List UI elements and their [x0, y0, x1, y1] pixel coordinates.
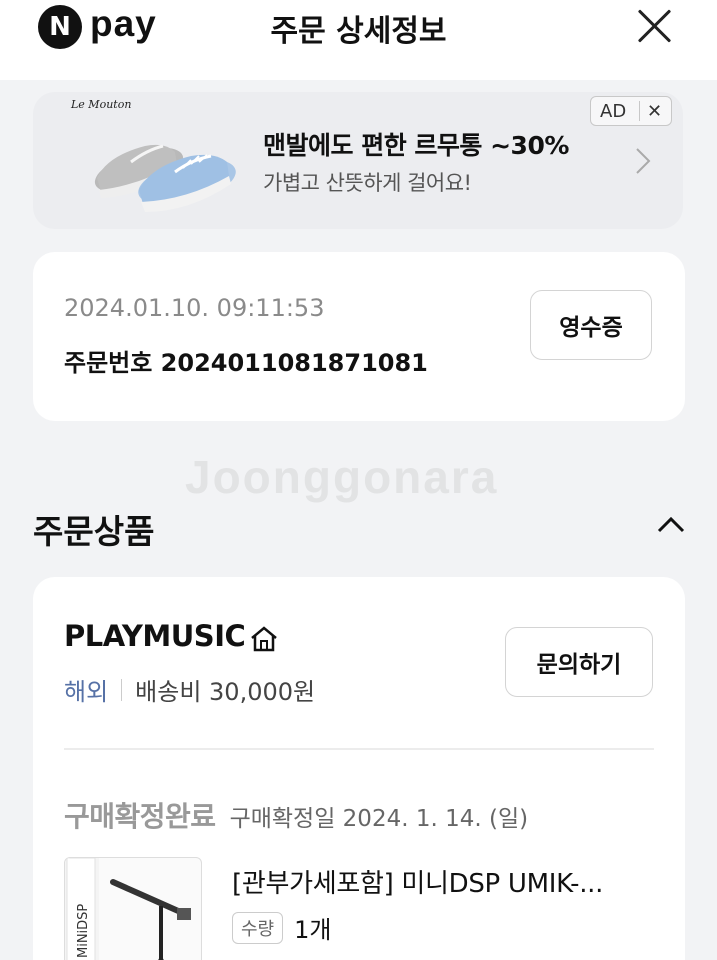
overseas-label: 해외 [64, 678, 109, 706]
confirm-date: 구매확정일 2024. 1. 14. (일) [229, 806, 529, 832]
quantity-label: 수량 [232, 911, 284, 944]
chevron-right-icon [636, 148, 651, 174]
quantity-row: 수량 1개 [232, 910, 331, 945]
purchase-status: 구매확정완료 [64, 800, 216, 833]
order-info-card: 2024.01.10. 09:11:53 주문번호 20240110818710… [33, 252, 685, 421]
page-title: 주문 상세정보 [270, 14, 447, 49]
shoes-image [94, 144, 236, 212]
ad-badge: AD ✕ [590, 96, 672, 126]
seller-meta: 해외 배송비 30,000원 [64, 672, 315, 707]
watermark: Joonggonara [185, 451, 499, 503]
svg-text:MiNiDSP: MiNiDSP [76, 904, 91, 958]
ad-subtitle: 가볍고 산뜻하게 걸어요! [263, 171, 472, 195]
order-datetime: 2024.01.10. 09:11:53 [64, 294, 325, 322]
purchase-status-row: 구매확정완료 구매확정일 2024. 1. 14. (일) [64, 795, 528, 835]
shipping-fee: 배송비 30,000원 [135, 678, 316, 706]
inquiry-button[interactable]: 문의하기 [505, 627, 653, 697]
seller-name[interactable]: PLAYMUSIC [64, 619, 246, 653]
chevron-up-icon[interactable] [655, 512, 687, 536]
ad-banner[interactable]: Le Mouton 맨발에도 편한 르무통 ~30% 가볍고 산뜻하게 걸어요!… [33, 92, 683, 229]
order-number: 주문번호 2024011081871081 [64, 349, 428, 377]
section-title: 주문상품 [33, 512, 155, 551]
ad-brand-logo: Le Mouton [71, 98, 132, 111]
microphone-image: MiNiDSP [65, 858, 191, 960]
ad-title: 맨발에도 편한 르무통 ~30% [263, 131, 569, 160]
ad-label: AD [600, 100, 627, 122]
receipt-button[interactable]: 영수증 [530, 290, 652, 360]
product-thumbnail[interactable]: MiNiDSP [64, 857, 202, 960]
close-icon[interactable] [634, 6, 674, 46]
meta-divider [121, 678, 123, 701]
home-icon[interactable] [249, 625, 279, 653]
app-header: N pay 주문 상세정보 [0, 0, 717, 80]
product-name[interactable]: [관부가세포함] 미니DSP UMIK-... [232, 863, 603, 900]
divider [64, 748, 654, 750]
product-card: PLAYMUSIC 해외 배송비 30,000원 문의하기 구매확정완료 구매확… [33, 577, 685, 960]
ad-close-icon[interactable]: ✕ [640, 101, 662, 122]
quantity-value: 1개 [294, 916, 332, 944]
